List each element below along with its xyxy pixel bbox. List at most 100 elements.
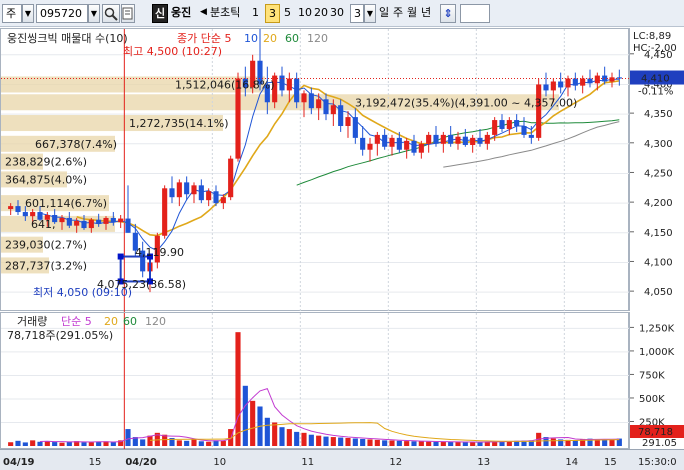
volume-bar	[37, 441, 43, 446]
volume-ma-legend-120: 120	[145, 315, 166, 328]
volume-profile-label: 3,192,472(35.4%)(4,391.00 ~ 4,357.00)	[355, 96, 577, 109]
volume-bar	[374, 439, 380, 446]
volume-bar	[308, 434, 314, 446]
ma-legend-120: 120	[307, 32, 328, 45]
code-dropdown-icon[interactable]: ▼	[88, 4, 100, 23]
price-chart-panel[interactable]: 1,512,046(16.8%) 3,192,472(35.4%)(4,391.0…	[0, 28, 630, 312]
volume-bar	[426, 441, 432, 446]
time-label: 15	[89, 457, 102, 468]
volume-bar	[338, 437, 344, 446]
volume-bar	[323, 436, 329, 446]
volume-bar	[8, 442, 14, 446]
candle-body	[66, 217, 72, 226]
volume-bar	[286, 429, 292, 446]
current-volume-value: 78,718	[638, 427, 673, 438]
interval-30[interactable]: 30	[329, 4, 345, 23]
period-month[interactable]: 월	[406, 4, 420, 23]
volume-bar	[477, 442, 483, 446]
candle-body	[279, 75, 285, 91]
volume-bar	[294, 431, 300, 446]
lc-label: LC:8,89	[633, 31, 671, 42]
extra-input[interactable]	[460, 4, 490, 23]
volume-bar	[59, 442, 65, 446]
candle-body	[521, 126, 527, 135]
candle-body	[543, 84, 549, 91]
candle-body	[169, 188, 175, 198]
volume-bar	[462, 442, 468, 446]
candle-body	[470, 137, 476, 145]
candle-body	[477, 137, 483, 144]
tick-type-label[interactable]: 분초틱	[209, 4, 249, 23]
candle-body	[426, 134, 432, 144]
volume-bar	[301, 432, 307, 446]
volume-profile-label: 239,030(2.7%)	[5, 239, 87, 252]
interval-5[interactable]: 5	[283, 4, 295, 23]
time-right-label: 15:30:0	[638, 457, 677, 468]
left-arrow-icon[interactable]: ◀	[199, 4, 209, 23]
market-select[interactable]: 주	[2, 4, 22, 23]
ma-legend-10: 10	[244, 32, 258, 45]
magnifier-icon[interactable]	[102, 4, 120, 23]
volume-bar	[44, 441, 50, 446]
volume-bar	[22, 442, 28, 446]
candle-body	[15, 206, 21, 213]
candle-body	[440, 134, 446, 144]
candle-body	[8, 206, 14, 210]
time-label: 14	[565, 457, 578, 468]
volume-bar	[470, 442, 476, 446]
volume-bar	[52, 442, 58, 446]
interval-20[interactable]: 20	[313, 4, 329, 23]
period-day[interactable]: 일	[378, 4, 392, 23]
candle-body	[499, 120, 505, 129]
candle-body	[404, 140, 410, 150]
count-dropdown-icon[interactable]: ▼	[364, 4, 376, 23]
volume-profile-label: 364,875(4.0%)	[5, 173, 87, 186]
time-label: 11	[301, 457, 314, 468]
volume-bar	[433, 441, 439, 446]
market-dropdown-icon[interactable]: ▼	[22, 4, 34, 23]
volume-profile-label: 601,114(6.7%)	[25, 197, 107, 210]
high-price-label: 최고 4,500 (10:27)	[123, 45, 222, 58]
volume-ma-legend-60: 60	[123, 315, 137, 328]
volume-bar	[352, 438, 358, 446]
volume-bar	[198, 441, 204, 446]
volume-panel-title: 거래량	[17, 315, 47, 328]
candle-body	[484, 134, 490, 144]
stock-code-input[interactable]: 095720	[36, 4, 88, 23]
candle-body	[110, 217, 116, 223]
volume-bar	[96, 441, 102, 446]
price-tick-label: 4,050	[644, 287, 673, 298]
time-label: 04/20	[125, 457, 157, 468]
candle-body	[389, 137, 395, 147]
candle-body	[345, 117, 351, 126]
candle-body	[330, 105, 336, 115]
volume-profile-label: 238,829(2.6%)	[5, 156, 87, 169]
memo-icon[interactable]	[121, 4, 135, 23]
volume-bar	[88, 442, 94, 446]
interval-10[interactable]: 10	[297, 4, 313, 23]
candle-body	[396, 137, 402, 150]
volume-axis: 1,250K 1,000K 750K 500K 250K 78,718 291.05	[629, 312, 684, 449]
count-input[interactable]: 3	[350, 4, 364, 23]
volume-bar	[316, 435, 322, 446]
volume-chart-panel[interactable]: 거래량 단순 5 20 60 120 78,718주(291.05%)	[0, 312, 630, 450]
candle-body	[352, 117, 358, 138]
volume-bar	[213, 440, 219, 446]
period-year[interactable]: 년	[420, 4, 434, 23]
volume-bar	[448, 441, 454, 446]
interval-3-selected[interactable]: 3	[265, 4, 280, 23]
candle-body	[206, 191, 212, 201]
ma60-line	[296, 119, 620, 186]
up-down-arrow-icon[interactable]: ⇕	[440, 4, 456, 23]
candle-body	[184, 182, 190, 195]
period-week[interactable]: 주	[392, 4, 406, 23]
interval-1[interactable]: 1	[251, 4, 263, 23]
stock-name: 웅진	[171, 6, 192, 19]
candle-body	[88, 219, 94, 229]
price-tick-label: 4,100	[644, 257, 673, 268]
candle-body	[462, 136, 468, 145]
candle-body	[558, 81, 564, 88]
box-low-label: 4,075,23(36.58)	[97, 278, 186, 291]
candle-body	[455, 136, 461, 144]
price-axis: 4,450 4,400 4,350 4,300 4,250 4,200 4,150 4,100…	[629, 28, 684, 311]
